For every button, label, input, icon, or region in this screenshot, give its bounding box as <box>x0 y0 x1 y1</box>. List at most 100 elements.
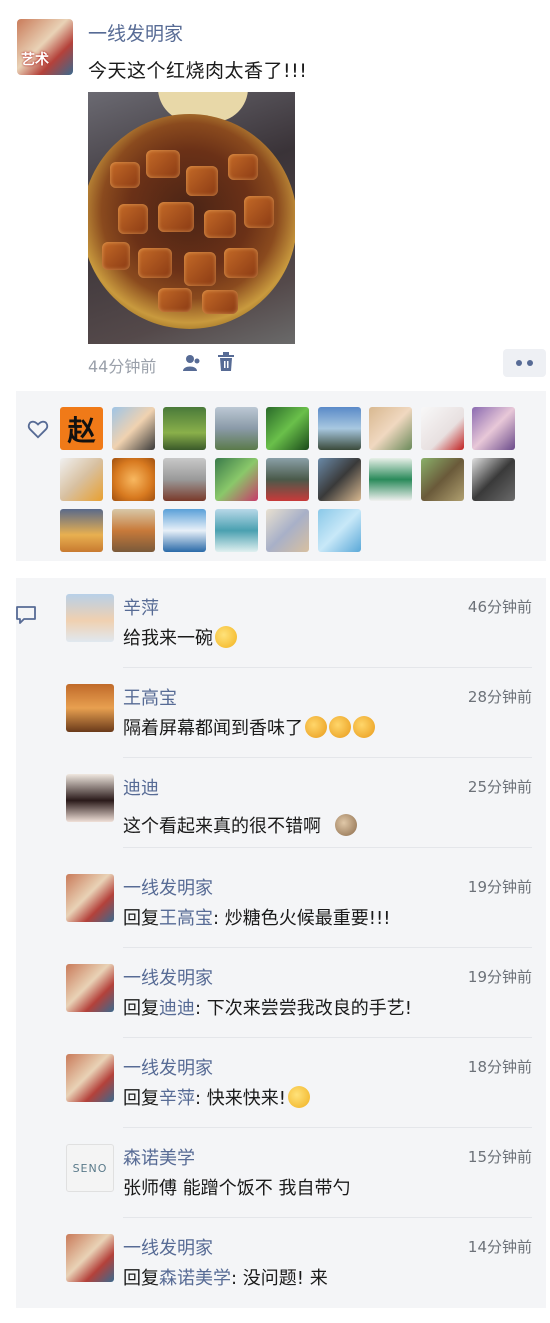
commenter-name[interactable]: 辛萍 <box>123 594 159 620</box>
heart-icon <box>27 420 49 439</box>
commenter-avatar[interactable] <box>66 594 114 642</box>
commenter-avatar[interactable] <box>66 684 114 732</box>
commenter-name[interactable]: 一线发明家 <box>123 1234 213 1260</box>
more-dot-icon <box>516 360 522 366</box>
liker-avatar-grid: 赵 <box>60 407 540 552</box>
comment-text-line: 给我来一碗 <box>123 624 237 650</box>
photo-meat <box>228 154 258 180</box>
commenter-name[interactable]: 一线发明家 <box>123 874 213 900</box>
more-actions-button[interactable] <box>503 349 546 377</box>
liker-avatar[interactable] <box>266 458 309 501</box>
liker-avatar[interactable]: 赵 <box>60 407 103 450</box>
comment-text-line: 回复辛萍: 快来快来! <box>123 1084 311 1110</box>
comment-text-line: 回复森诺美学: 没问题! 来 <box>123 1264 328 1290</box>
comment-text-line: 回复迪迪: 下次来尝尝我改良的手艺! <box>123 994 412 1020</box>
delete-trash-icon[interactable] <box>217 352 235 372</box>
comment-time: 14分钟前 <box>467 1238 532 1256</box>
liker-avatar[interactable] <box>163 509 206 552</box>
comment-time: 46分钟前 <box>467 598 532 616</box>
post-author-name[interactable]: 一线发明家 <box>88 19 183 46</box>
liker-avatar[interactable] <box>163 458 206 501</box>
liker-avatar-text: 赵 <box>67 413 96 447</box>
liker-avatar[interactable] <box>266 509 309 552</box>
liker-avatar[interactable] <box>163 407 206 450</box>
reply-to-name[interactable]: 王高宝 <box>159 908 213 929</box>
reply-prefix: 回复 <box>123 1268 159 1289</box>
photo-meat <box>202 290 238 314</box>
author-avatar[interactable]: 艺术 <box>17 19 73 75</box>
liker-avatar[interactable] <box>317 407 361 450</box>
comment-time: 19分钟前 <box>467 878 532 896</box>
liker-avatar[interactable] <box>472 407 515 450</box>
photo-meat <box>158 202 194 232</box>
photo-meat <box>204 210 236 238</box>
commenter-avatar[interactable] <box>66 1234 114 1282</box>
visibility-person-icon[interactable] <box>182 353 202 373</box>
commenter-avatar[interactable] <box>66 964 114 1012</box>
comment-time: 18分钟前 <box>467 1058 532 1076</box>
liker-avatar[interactable] <box>214 458 258 501</box>
post-photo[interactable] <box>88 92 295 344</box>
commenter-avatar[interactable]: SENO <box>66 1144 114 1192</box>
senno-logo-text: SENO <box>72 1161 108 1175</box>
liker-avatar[interactable] <box>266 407 309 450</box>
commenter-name[interactable]: 迪迪 <box>123 774 159 800</box>
liker-avatar[interactable] <box>472 458 515 501</box>
liker-avatar[interactable] <box>214 407 258 450</box>
drool-emoji-icon <box>353 716 375 738</box>
comment-text: 隔着屏幕都闻到香味了 <box>123 718 303 739</box>
comment-item: 一线发明家 18分钟前 回复辛萍: 快来快来! <box>16 1038 546 1128</box>
hamster-emoji-icon <box>335 814 357 836</box>
commenter-avatar[interactable] <box>66 1054 114 1102</box>
reply-prefix: 回复 <box>123 908 159 929</box>
comment-text: : 炒糖色火候最重要!!! <box>213 908 391 929</box>
comment-time: 19分钟前 <box>467 968 532 986</box>
reply-prefix: 回复 <box>123 1088 159 1109</box>
commenter-name[interactable]: 一线发明家 <box>123 964 213 990</box>
commenter-name[interactable]: 一线发明家 <box>123 1054 213 1080</box>
liker-avatar[interactable] <box>317 458 361 501</box>
comment-text-line: 隔着屏幕都闻到香味了 <box>123 714 375 740</box>
liker-avatar[interactable] <box>369 458 412 501</box>
post-text: 今天这个红烧肉太香了!!! <box>88 60 308 82</box>
liker-avatar[interactable] <box>60 509 103 552</box>
reply-prefix: 回复 <box>123 998 159 1019</box>
comment-divider <box>123 847 532 848</box>
liker-avatar[interactable] <box>111 407 155 450</box>
commenter-avatar[interactable] <box>66 874 114 922</box>
reply-to-name[interactable]: 迪迪 <box>159 998 195 1019</box>
reply-to-name[interactable]: 辛萍 <box>159 1088 195 1109</box>
comment-text: 张师傅 能蹭个饭不 我自带勺 <box>123 1178 351 1199</box>
comment-item: 一线发明家 14分钟前 回复森诺美学: 没问题! 来 <box>16 1218 546 1308</box>
comment-item: 一线发明家 19分钟前 回复王高宝: 炒糖色火候最重要!!! <box>16 858 546 948</box>
liker-avatar[interactable] <box>111 458 155 501</box>
more-dot-icon <box>527 360 533 366</box>
photo-meat <box>158 288 192 312</box>
comment-item: 一线发明家 19分钟前 回复迪迪: 下次来尝尝我改良的手艺! <box>16 948 546 1038</box>
post-time: 44分钟前 <box>88 357 157 376</box>
reply-to-name[interactable]: 森诺美学 <box>159 1268 231 1289</box>
comment-item: 王高宝 28分钟前 隔着屏幕都闻到香味了 <box>16 668 546 758</box>
comment-time: 25分钟前 <box>467 778 532 796</box>
liker-avatar[interactable] <box>420 407 464 450</box>
drool-emoji-icon <box>329 716 351 738</box>
comment-text: : 下次来尝尝我改良的手艺! <box>195 998 413 1019</box>
liker-avatar[interactable] <box>214 509 258 552</box>
photo-meat <box>244 196 274 228</box>
liker-avatar[interactable] <box>60 458 103 501</box>
comment-time: 28分钟前 <box>467 688 532 706</box>
commenter-name[interactable]: 王高宝 <box>123 684 177 710</box>
commenter-avatar[interactable] <box>66 774 114 822</box>
comment-item: SENO 森诺美学 15分钟前 张师傅 能蹭个饭不 我自带勺 <box>16 1128 546 1218</box>
likes-panel: 赵 <box>16 391 546 561</box>
commenter-name[interactable]: 森诺美学 <box>123 1144 195 1170</box>
liker-avatar[interactable] <box>420 458 464 501</box>
comment-time: 15分钟前 <box>467 1148 532 1166</box>
liker-avatar[interactable] <box>317 509 361 552</box>
comment-text: 给我来一碗 <box>123 628 213 649</box>
drool-emoji-icon <box>305 716 327 738</box>
avatar-text: 艺术 <box>21 52 49 68</box>
liker-avatar[interactable] <box>369 407 412 450</box>
grin-emoji-icon <box>288 1086 311 1108</box>
liker-avatar[interactable] <box>111 509 155 552</box>
